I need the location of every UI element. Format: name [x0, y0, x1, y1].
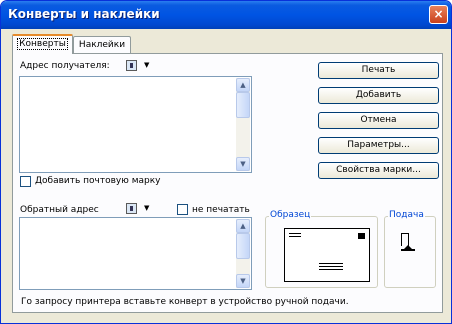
envelope-preview-icon — [284, 228, 370, 282]
scroll-thumb[interactable] — [236, 92, 250, 118]
scroll-up-icon[interactable]: ▲ — [236, 78, 250, 92]
close-button[interactable]: × — [429, 5, 448, 24]
feed-group[interactable]: Подача — [384, 210, 436, 288]
return-scrollbar[interactable]: ▲ ▼ — [236, 219, 250, 288]
postage-properties-button[interactable]: Свойства марки... — [318, 162, 439, 179]
print-button[interactable]: Печать — [318, 62, 439, 79]
address-line — [319, 263, 343, 264]
preview-label: Образец — [269, 210, 312, 220]
return-address-field[interactable]: ▲ ▼ — [19, 217, 252, 290]
scroll-up-icon[interactable]: ▲ — [236, 219, 250, 233]
recipient-label: Адрес получателя: — [20, 61, 110, 71]
tab-envelopes-label: Конверты — [17, 38, 68, 50]
scroll-down-icon[interactable]: ▼ — [236, 274, 250, 288]
feed-tray — [401, 249, 415, 251]
omit-label: не печатать — [192, 205, 250, 215]
address-line — [319, 269, 343, 270]
status-text: Го запросу принтера вставьте конверт в у… — [21, 297, 349, 307]
envelopes-dialog: Конверты и наклейки × Конверты Наклейки … — [0, 0, 452, 324]
tab-labels-label: Наклейки — [78, 40, 126, 50]
address-book-icon[interactable] — [126, 203, 137, 214]
scroll-thumb[interactable] — [236, 233, 250, 259]
window-title: Конверты и наклейки — [8, 7, 160, 21]
return-address-label: Обратный адрес — [20, 205, 99, 215]
feed-label: Подача — [388, 210, 425, 220]
envelopes-panel: Адрес получателя: ▼ ▲ ▼ Добавить почтову… — [12, 53, 443, 313]
address-book-icon[interactable] — [126, 60, 137, 71]
add-postage-label: Добавить почтовую марку — [35, 176, 161, 186]
return-line — [289, 233, 301, 234]
omit-checkbox[interactable] — [177, 204, 188, 215]
tab-envelopes[interactable]: Конверты — [12, 34, 73, 54]
recipient-address-field[interactable]: ▲ ▼ — [19, 76, 252, 173]
feed-icon — [401, 233, 419, 255]
cancel-button[interactable]: Отмена — [318, 112, 439, 129]
address-line — [319, 266, 343, 267]
stamp-mark — [358, 233, 365, 239]
add-postage-checkbox[interactable] — [20, 176, 31, 187]
scroll-down-icon[interactable]: ▼ — [236, 157, 250, 171]
preview-group[interactable]: Образец — [265, 210, 378, 288]
options-button[interactable]: Параметры... — [318, 137, 439, 154]
close-icon: × — [433, 7, 444, 21]
recipient-scrollbar[interactable]: ▲ ▼ — [236, 78, 250, 171]
add-to-document-button[interactable]: Добавить — [318, 87, 439, 104]
tab-labels[interactable]: Наклейки — [73, 36, 131, 53]
title-bar[interactable]: Конверты и наклейки × — [1, 1, 451, 29]
return-dropdown-arrow[interactable]: ▼ — [144, 204, 149, 212]
recipient-dropdown-arrow[interactable]: ▼ — [144, 61, 149, 69]
return-line — [289, 236, 301, 237]
